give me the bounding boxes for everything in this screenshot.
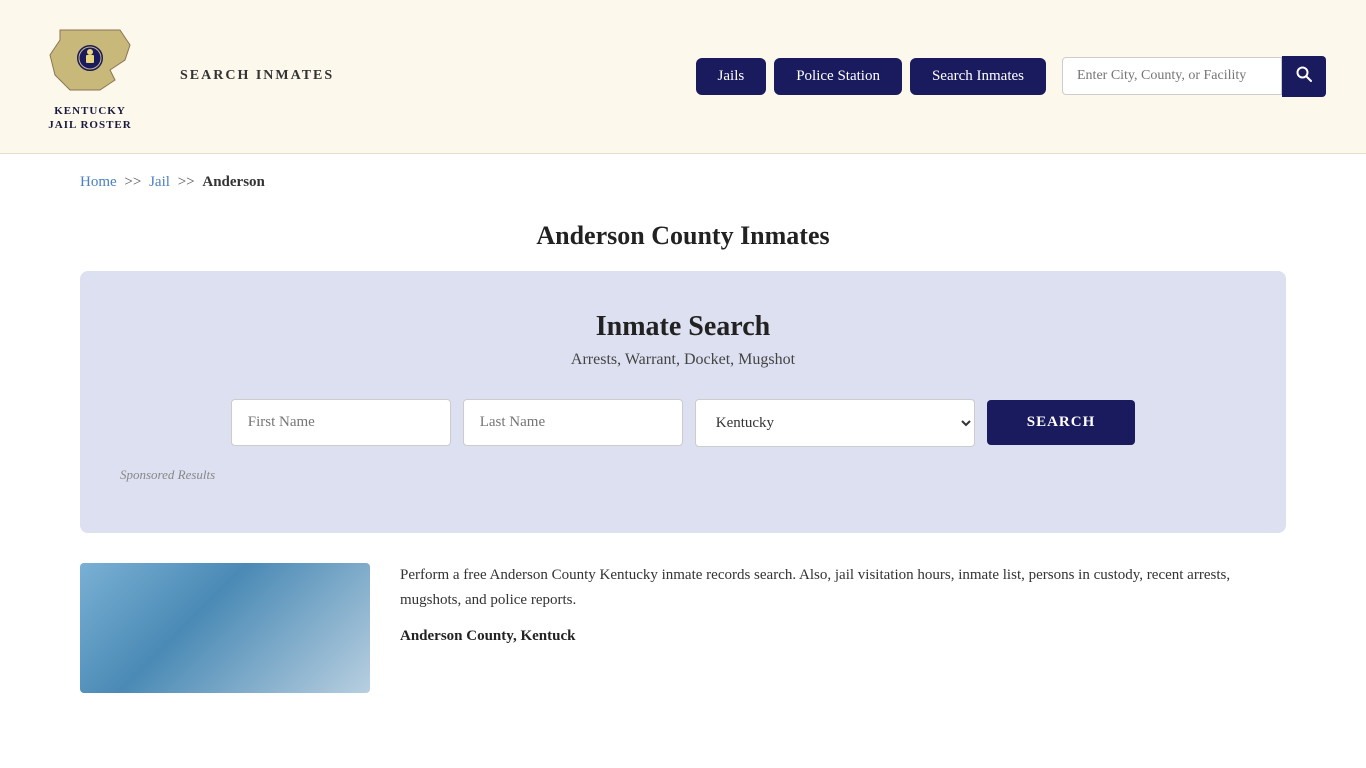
nav-buttons: Jails Police Station Search Inmates [696, 56, 1326, 97]
logo-area: ★ ★ KENTUCKY JAIL ROSTER [40, 20, 140, 133]
svg-text:★: ★ [78, 70, 83, 77]
first-name-input[interactable] [231, 399, 451, 446]
state-select[interactable]: AlabamaAlaskaArizonaArkansasCaliforniaCo… [695, 399, 975, 447]
page-title-area: Anderson County Inmates [0, 211, 1366, 271]
search-submit-button[interactable]: SEARCH [987, 400, 1136, 445]
logo-image: ★ ★ [40, 20, 140, 100]
content-subheading: Anderson County, Kentuck [400, 624, 1286, 650]
site-header: ★ ★ KENTUCKY JAIL ROSTER SEARCH INMATES … [0, 0, 1366, 154]
content-text: Perform a free Anderson County Kentucky … [400, 563, 1286, 660]
inmate-search-box: Inmate Search Arrests, Warrant, Docket, … [80, 271, 1286, 533]
breadcrumb-sep2: >> [178, 174, 195, 190]
breadcrumb-sep1: >> [124, 174, 141, 190]
last-name-input[interactable] [463, 399, 683, 446]
header-search-button[interactable] [1282, 56, 1326, 97]
content-description: Perform a free Anderson County Kentucky … [400, 563, 1286, 614]
breadcrumb: Home >> Jail >> Anderson [0, 154, 1366, 211]
header-search-wrapper [1062, 56, 1326, 97]
nav-jails-button[interactable]: Jails [696, 58, 767, 95]
search-box-title: Inmate Search [120, 311, 1246, 343]
site-title: SEARCH INMATES [180, 68, 334, 84]
breadcrumb-current: Anderson [202, 174, 265, 190]
page-title: Anderson County Inmates [40, 221, 1326, 251]
search-icon [1296, 66, 1312, 82]
search-form: AlabamaAlaskaArizonaArkansasCaliforniaCo… [120, 399, 1246, 447]
breadcrumb-home[interactable]: Home [80, 174, 117, 190]
sponsored-label: Sponsored Results [120, 467, 1246, 483]
nav-search-button[interactable]: Search Inmates [910, 58, 1046, 95]
county-image [80, 563, 370, 693]
search-box-subtitle: Arrests, Warrant, Docket, Mugshot [120, 351, 1246, 369]
logo-text: KENTUCKY JAIL ROSTER [48, 104, 131, 133]
breadcrumb-jail[interactable]: Jail [149, 174, 170, 190]
svg-text:★: ★ [96, 70, 101, 77]
content-area: Perform a free Anderson County Kentucky … [80, 563, 1286, 693]
header-search-input[interactable] [1062, 57, 1282, 95]
nav-police-button[interactable]: Police Station [774, 58, 902, 95]
